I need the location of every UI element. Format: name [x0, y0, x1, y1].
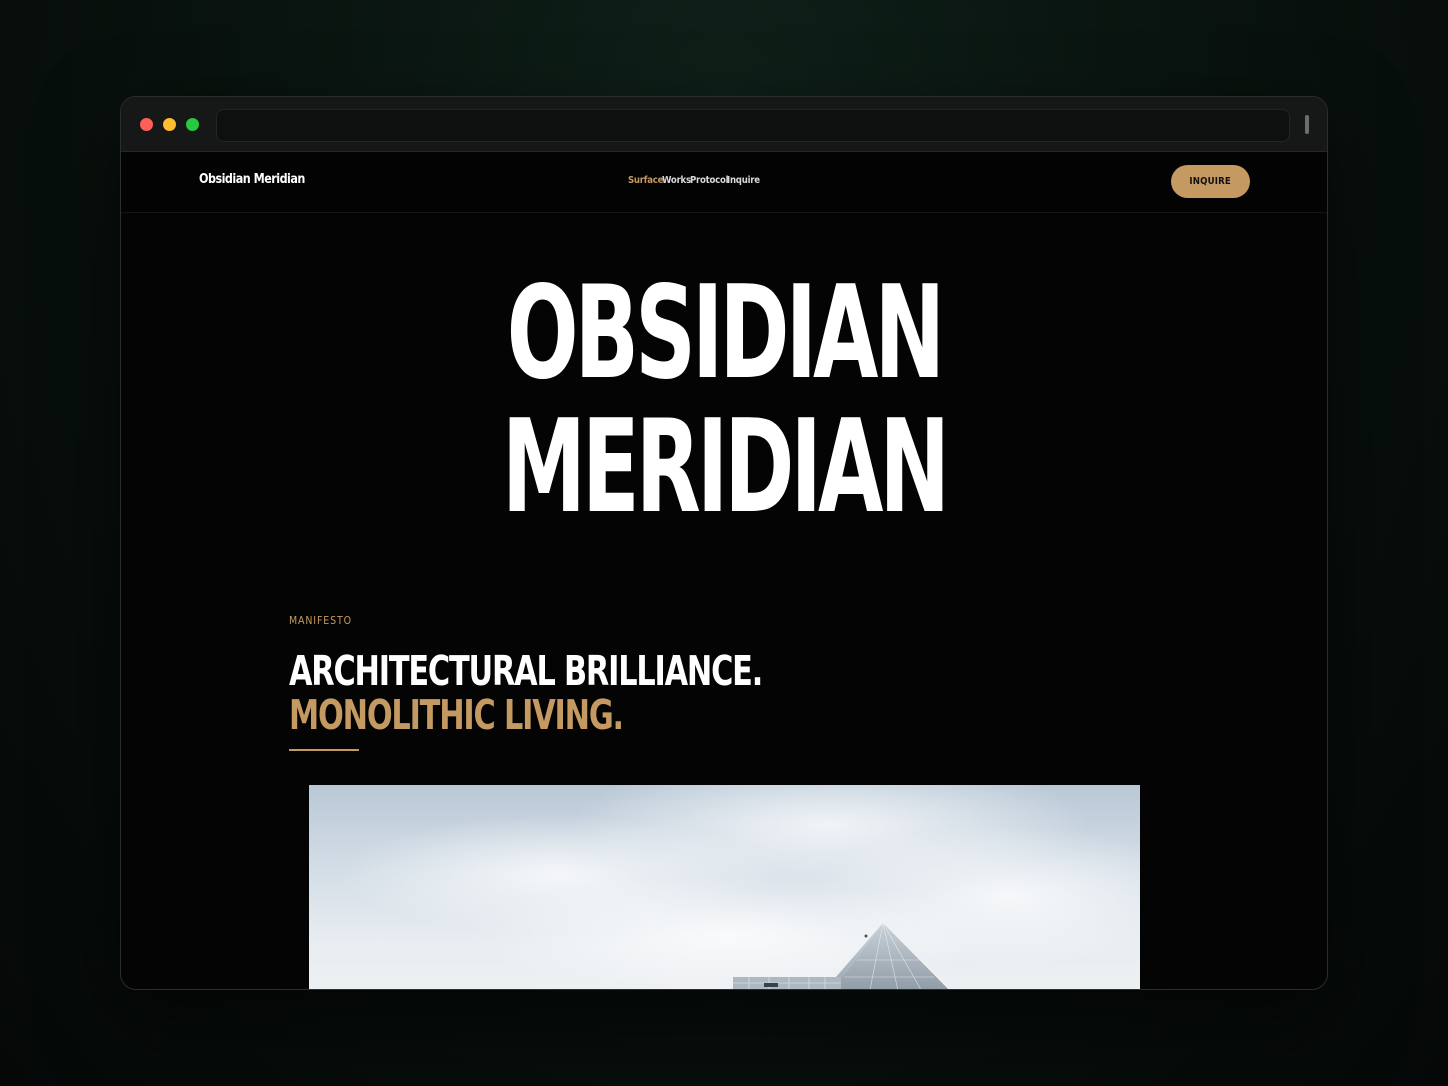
inquire-button-label: INQUIRE — [1189, 176, 1232, 187]
brand-logo-text[interactable]: Obsidian Meridian — [199, 172, 305, 187]
feature-building-image — [309, 785, 1140, 989]
toolbar-handle-icon[interactable] — [1305, 115, 1309, 134]
building-photo — [339, 785, 1140, 989]
nav-link-protocol[interactable]: Protocol — [690, 175, 729, 186]
close-window-button[interactable] — [140, 118, 153, 131]
browser-window: Obsidian Meridian Surface Works Protocol… — [120, 96, 1328, 990]
maximize-window-button[interactable] — [186, 118, 199, 131]
nav-link-surface[interactable]: Surface — [628, 175, 663, 186]
manifesto-heading: ARCHITECTURAL BRILLIANCE. MONOLITHIC LIV… — [289, 649, 928, 737]
manifesto-eyebrow: MANIFESTO — [289, 614, 352, 627]
gold-divider — [289, 749, 359, 751]
hero-title-line-1: OBSIDIAN — [506, 259, 945, 408]
minimize-window-button[interactable] — [163, 118, 176, 131]
browser-titlebar — [121, 97, 1327, 152]
site-navbar: Obsidian Meridian Surface Works Protocol… — [121, 152, 1327, 213]
nav-link-inquire[interactable]: Inquire — [727, 175, 760, 186]
hero-title-line-2: MERIDIAN — [501, 393, 950, 542]
inquire-button[interactable]: INQUIRE — [1171, 165, 1250, 198]
manifesto-heading-line-1: ARCHITECTURAL BRILLIANCE. — [289, 647, 763, 695]
nav-links: Surface Works Protocol Inquire — [628, 175, 765, 186]
manifesto-heading-line-2: MONOLITHIC LIVING. — [289, 691, 624, 739]
hero-title: OBSIDIAN MERIDIAN — [121, 267, 1327, 535]
nav-link-works[interactable]: Works — [662, 175, 691, 186]
address-bar[interactable] — [216, 109, 1290, 142]
